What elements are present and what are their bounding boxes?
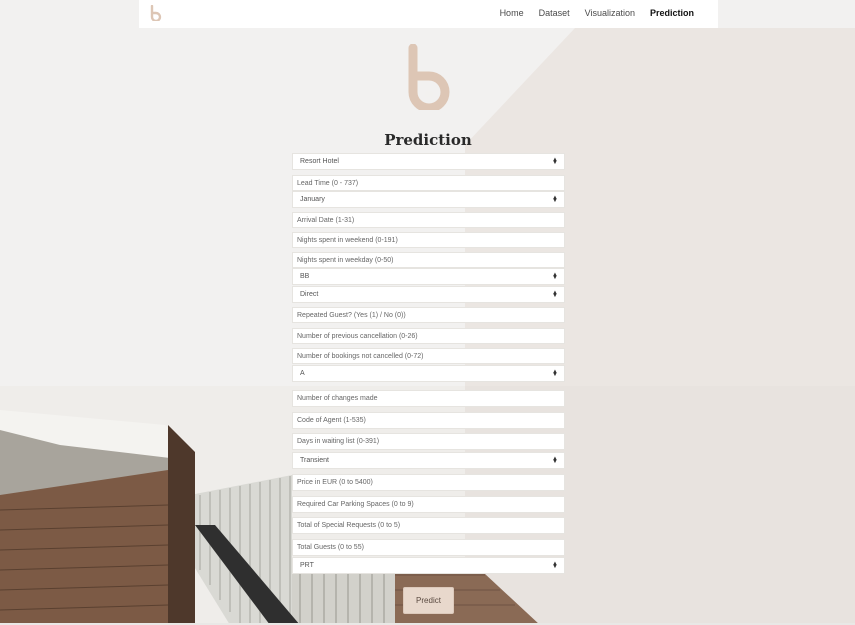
- previous-cancellation-input[interactable]: Number of previous cancellation (0-26): [292, 328, 565, 344]
- meal-select[interactable]: BB ▲ ▼: [292, 268, 565, 285]
- hotel-select-value: Resort Hotel: [300, 158, 339, 165]
- distribution-channel-select[interactable]: Direct ▲ ▼: [292, 286, 565, 303]
- country-value: PRT: [300, 562, 314, 569]
- brand-logo-icon[interactable]: [149, 5, 163, 21]
- price-input[interactable]: Price in EUR (0 to 5400): [292, 474, 565, 491]
- predict-button[interactable]: Predict: [403, 587, 454, 614]
- nav-dataset-link[interactable]: Dataset: [539, 8, 570, 18]
- page-title: Prediction: [384, 131, 472, 149]
- select-caret-icon: ▲ ▼: [552, 289, 558, 299]
- arrival-month-select[interactable]: January ▲ ▼: [292, 191, 565, 208]
- country-select[interactable]: PRT ▲ ▼: [292, 557, 565, 574]
- total-guests-input[interactable]: Total Guests (0 to 55): [292, 539, 565, 556]
- select-caret-icon: ▲ ▼: [552, 560, 558, 570]
- agent-code-input[interactable]: Code of Agent (1-535): [292, 412, 565, 429]
- arrival-month-value: January: [300, 196, 325, 203]
- weekend-nights-input[interactable]: Nights spent in weekend (0-191): [292, 232, 565, 248]
- hotel-select[interactable]: Resort Hotel ▲ ▼: [292, 153, 565, 170]
- select-caret-icon: ▲ ▼: [552, 455, 558, 465]
- brand-logo-large-icon: [408, 44, 450, 110]
- select-caret-icon: ▲ ▼: [552, 271, 558, 281]
- bookings-not-cancelled-input[interactable]: Number of bookings not cancelled (0-72): [292, 348, 565, 364]
- nav-prediction-link[interactable]: Prediction: [650, 8, 694, 18]
- room-type-select[interactable]: A ▲ ▼: [292, 365, 565, 382]
- select-caret-icon: ▲ ▼: [552, 368, 558, 378]
- nav-links: Home Dataset Visualization Prediction: [485, 8, 694, 18]
- arrival-date-input[interactable]: Arrival Date (1-31): [292, 212, 565, 228]
- select-caret-icon: ▲ ▼: [552, 194, 558, 204]
- parking-spaces-input[interactable]: Required Car Parking Spaces (0 to 9): [292, 496, 565, 513]
- customer-type-select[interactable]: Transient ▲ ▼: [292, 452, 565, 469]
- special-requests-input[interactable]: Total of Special Requests (0 to 5): [292, 517, 565, 534]
- nav-visualization-link[interactable]: Visualization: [585, 8, 635, 18]
- weekday-nights-input[interactable]: Nights spent in weekday (0-50): [292, 252, 565, 268]
- distribution-channel-value: Direct: [300, 291, 319, 298]
- room-type-value: A: [300, 370, 305, 377]
- customer-type-value: Transient: [300, 457, 329, 464]
- navbar: Home Dataset Visualization Prediction: [139, 0, 718, 28]
- waiting-list-input[interactable]: Days in waiting list (0-391): [292, 433, 565, 450]
- changes-made-input[interactable]: Number of changes made: [292, 390, 565, 407]
- select-caret-icon: ▲ ▼: [552, 156, 558, 166]
- lead-time-input[interactable]: Lead Time (0 - 737): [292, 175, 565, 191]
- repeated-guest-input[interactable]: Repeated Guest? (Yes (1) / No (0)): [292, 307, 565, 323]
- meal-value: BB: [300, 273, 310, 280]
- nav-home-link[interactable]: Home: [500, 8, 524, 18]
